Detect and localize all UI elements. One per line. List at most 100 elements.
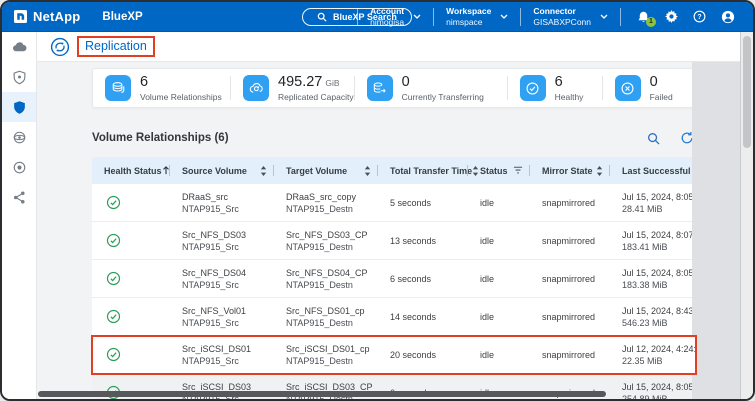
icon-cluster: 1 ? (621, 10, 743, 24)
table-row[interactable]: Src_NFS_DS04 NTAP915_Src Src_NFS_DS04_CP… (92, 260, 696, 298)
stat-label: Healthy (555, 93, 584, 102)
target-system-name: NTAP915_Destn (286, 355, 378, 367)
summary-stats-card: 6 Volume Relationships 495.27GiB Replica… (92, 68, 696, 108)
brand-group: NetApp BlueXP (14, 9, 143, 24)
mirror-state-cell: snapmirrored (530, 198, 610, 208)
product-name: BlueXP (102, 11, 142, 23)
svg-text:?: ? (697, 14, 701, 21)
transfer-icon (367, 75, 393, 101)
sidebar-item-extensions[interactable] (2, 182, 36, 212)
user-account-button[interactable] (721, 10, 735, 24)
source-volume-cell: Src_NFS_DS04 NTAP915_Src (170, 267, 274, 291)
source-volume-cell: Src_NFS_Vol01 NTAP915_Src (170, 305, 274, 329)
total-transfer-time-cell: 14 seconds (378, 312, 468, 322)
user-icon (721, 10, 735, 24)
table-body: DRaaS_src NTAP915_Src DRaaS_src_copy NTA… (92, 184, 696, 401)
top-right-controls: Account nimogisa Workspace nimspace (357, 2, 743, 31)
table-row[interactable]: Src_NFS_DS03 NTAP915_Src Src_NFS_DS03_CP… (92, 222, 696, 260)
healthy-check-icon (106, 309, 121, 324)
col-header-last-successful-transfer[interactable]: Last Successful Tra (610, 157, 696, 184)
settings-button[interactable] (665, 10, 678, 23)
stat-label: Volume Relationships (140, 93, 222, 102)
volume-relationships-section: Volume Relationships (6) Healt (92, 128, 696, 401)
cloud-sync-icon (243, 75, 269, 101)
filter-icon[interactable] (513, 166, 523, 175)
connector-menu[interactable]: Connector GISABXPConn (521, 6, 620, 27)
horizontal-scrollbar-thumb[interactable] (38, 391, 606, 397)
target-volume-name: Src_iSCSI_DS01_cp (286, 343, 378, 355)
target-system-name: NTAP915_Destn (286, 279, 378, 291)
stat-volume-relationships: 6 Volume Relationships (93, 69, 230, 107)
workspace-label: Workspace (446, 6, 491, 17)
help-button[interactable]: ? (693, 10, 706, 23)
target-icon (12, 160, 27, 175)
target-volume-name: Src_NFS_DS04_CP (286, 267, 378, 279)
last-successful-transfer-cell: Jul 15, 2024, 8:43:22 546.23 MiB (610, 305, 696, 329)
vertical-scrollbar-thumb[interactable] (743, 36, 751, 148)
total-transfer-time-cell: 13 seconds (378, 236, 468, 246)
health-status-cell (92, 347, 170, 362)
healthy-check-icon (106, 195, 121, 210)
sidebar-item-protection[interactable] (2, 92, 36, 122)
last-transfer-date: Jul 15, 2024, 8:07:13 (622, 229, 696, 241)
right-gutter (692, 62, 740, 399)
last-transfer-size: 183.38 MiB (622, 279, 696, 291)
last-successful-transfer-cell: Jul 15, 2024, 8:05:05 28.41 MiB (610, 191, 696, 215)
stat-replicated-capacity: 495.27GiB Replicated Capacity (231, 69, 354, 107)
target-system-name: NTAP915_Destn (286, 241, 378, 253)
stat-value: 6 (140, 74, 148, 90)
sort-ascending-icon[interactable] (162, 166, 170, 175)
account-value: nimogisa (370, 17, 404, 28)
source-system-name: NTAP915_Src (182, 355, 274, 367)
last-successful-transfer-cell: Jul 15, 2024, 8:05:06 183.38 MiB (610, 267, 696, 291)
vertical-scrollbar[interactable] (740, 32, 753, 399)
help-icon: ? (693, 10, 706, 23)
bluexp-window: NetApp BlueXP BlueXP Search Account nimo… (0, 0, 755, 401)
col-header-status[interactable]: Status (468, 157, 530, 184)
source-volume-name: Src_NFS_DS03 (182, 229, 274, 241)
sidebar-item-mobility[interactable] (2, 122, 36, 152)
sort-icon[interactable] (260, 166, 267, 176)
table-search-button[interactable] (647, 132, 660, 145)
healthy-check-icon (106, 271, 121, 286)
health-status-cell (92, 233, 170, 248)
top-bar: NetApp BlueXP BlueXP Search Account nimo… (2, 2, 753, 32)
gear-icon (665, 10, 678, 23)
healthy-check-icon (106, 233, 121, 248)
source-volume-name: DRaaS_src (182, 191, 274, 203)
target-volume-cell: Src_NFS_DS04_CP NTAP915_Destn (274, 267, 378, 291)
table-row[interactable]: Src_iSCSI_DS01 NTAP915_Src Src_iSCSI_DS0… (92, 336, 696, 374)
col-header-mirror-state[interactable]: Mirror State (530, 157, 610, 184)
notifications-button[interactable]: 1 (637, 10, 650, 24)
chevron-down-icon (600, 14, 608, 19)
col-header-target-volume[interactable]: Target Volume (274, 157, 378, 184)
table-title: Volume Relationships (6) (92, 132, 229, 144)
table-header: Health Status Source Volume (92, 157, 696, 184)
col-header-source-volume[interactable]: Source Volume (170, 157, 274, 184)
cloud-icon (12, 40, 27, 55)
last-successful-transfer-cell: Jul 15, 2024, 8:05:06 254.89 MiB (610, 381, 696, 401)
source-volume-cell: DRaaS_src NTAP915_Src (170, 191, 274, 215)
status-cell: idle (468, 312, 530, 322)
target-volume-cell: Src_NFS_DS03_CP NTAP915_Destn (274, 229, 378, 253)
sort-icon[interactable] (596, 166, 603, 176)
col-header-total-transfer-time[interactable]: Total Transfer Time (378, 157, 468, 184)
sidebar-item-health[interactable] (2, 62, 36, 92)
stat-currently-transferring: 0 Currently Transferring (355, 69, 507, 107)
col-header-health-status[interactable]: Health Status (92, 157, 170, 184)
stat-label: Replicated Capacity (278, 93, 354, 102)
share-nodes-icon (12, 190, 27, 205)
mirror-state-cell: snapmirrored (530, 236, 610, 246)
sidebar-item-storage[interactable] (2, 32, 36, 62)
target-volume-cell: Src_iSCSI_DS01_cp NTAP915_Destn (274, 343, 378, 367)
workspace-menu[interactable]: Workspace nimspace (434, 6, 520, 27)
table-row[interactable]: DRaaS_src NTAP915_Src DRaaS_src_copy NTA… (92, 184, 696, 222)
chevron-down-icon (413, 14, 421, 19)
sort-icon[interactable] (364, 166, 371, 176)
table-row[interactable]: Src_NFS_Vol01 NTAP915_Src Src_NFS_DS01_c… (92, 298, 696, 336)
sidebar-item-optimization[interactable] (2, 152, 36, 182)
page-title[interactable]: Replication (77, 36, 155, 57)
source-system-name: NTAP915_Src (182, 241, 274, 253)
chevron-down-icon (500, 14, 508, 19)
status-cell: idle (468, 236, 530, 246)
